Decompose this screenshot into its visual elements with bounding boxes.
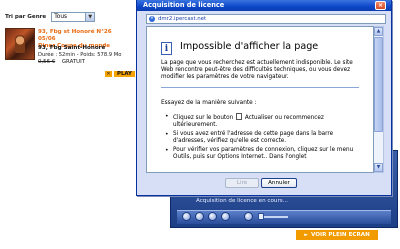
mute-icon[interactable] bbox=[244, 212, 253, 221]
address-text: dmr2.ipercast.net bbox=[158, 16, 207, 22]
previous-icon[interactable] bbox=[208, 212, 217, 221]
list-item: Pour vérifier vos paramètres de connexio… bbox=[165, 147, 363, 161]
scroll-up-icon[interactable]: ▲ bbox=[374, 27, 383, 36]
genre-filter: Tri par Genre Tous ▼ bbox=[5, 12, 96, 22]
info-icon: i bbox=[161, 42, 172, 55]
play-button[interactable]: ✕ PLAY bbox=[105, 71, 135, 77]
license-dialog: Acquisition de licence × e dmr2.ipercast… bbox=[136, 0, 392, 196]
play-pause-icon[interactable] bbox=[182, 212, 191, 221]
genre-select-value: Tous bbox=[54, 14, 68, 20]
ie-icon: e bbox=[149, 16, 155, 22]
suggestions-list: Cliquez sur le bouton Actualiser ou reco… bbox=[165, 113, 363, 163]
ok-button[interactable]: Lire bbox=[225, 178, 259, 188]
suggestion-3: Pour vérifier vos paramètres de connexio… bbox=[173, 147, 354, 160]
volume-slider-handle[interactable] bbox=[258, 213, 264, 220]
old-price: 0,56 € bbox=[38, 59, 56, 65]
video-title-line-1: 93, Fbg st Honoré N°26 05/06 bbox=[38, 29, 112, 42]
fullscreen-label: VOIR PLEIN ECRAN bbox=[311, 232, 370, 238]
player-status: Acquisition de licence en cours... bbox=[196, 198, 289, 204]
stop-icon[interactable] bbox=[195, 212, 204, 221]
error-description: La page que vous recherchez est actuelle… bbox=[161, 60, 353, 80]
list-item: Cliquez sur le bouton Actualiser ou reco… bbox=[165, 113, 363, 129]
address-bar: e dmr2.ipercast.net bbox=[146, 14, 386, 24]
genre-select[interactable]: Tous ▼ bbox=[51, 12, 96, 22]
genre-filter-label: Tri par Genre bbox=[5, 14, 47, 20]
error-page: i Impossible d'afficher la page La page … bbox=[146, 26, 374, 173]
video-list-item[interactable]: 93, Fbg st Honoré N°26 05/06 Diner Coupe… bbox=[5, 28, 135, 80]
refresh-page-icon bbox=[236, 113, 243, 120]
chevron-down-icon[interactable]: ▼ bbox=[85, 13, 95, 21]
suggestion-2: Si vous avez entré l'adresse de cette pa… bbox=[173, 131, 334, 144]
dialog-titlebar[interactable]: Acquisition de licence × bbox=[137, 0, 391, 11]
arrow-right-icon: ► bbox=[304, 232, 309, 238]
page: Tri par Genre Tous ▼ 93, Fbg st Honoré N… bbox=[0, 0, 400, 249]
fullscreen-button[interactable]: ► VOIR PLEIN ECRAN bbox=[296, 230, 378, 240]
video-venue: 93, Fbg Saint-Honoré bbox=[38, 45, 106, 51]
video-thumbnail[interactable] bbox=[5, 28, 35, 60]
close-icon[interactable]: ✕ bbox=[105, 71, 112, 77]
error-title: Impossible d'afficher la page bbox=[180, 41, 319, 52]
play-label: PLAY bbox=[114, 71, 135, 77]
suggestion-1-start: Cliquez sur le bouton bbox=[173, 115, 234, 121]
scroll-down-icon[interactable]: ▼ bbox=[374, 163, 383, 172]
vertical-scrollbar[interactable]: ▲ ▼ bbox=[374, 26, 384, 173]
dialog-title: Acquisition de licence bbox=[143, 1, 225, 9]
dialog-close-button[interactable]: × bbox=[375, 1, 386, 10]
scrollbar-thumb[interactable] bbox=[374, 37, 383, 132]
divider bbox=[161, 87, 359, 88]
cancel-button[interactable]: Annuler bbox=[261, 178, 297, 188]
video-info: Durée : 52min - Poids: 578.9 Mo bbox=[38, 52, 122, 58]
next-icon[interactable] bbox=[221, 212, 230, 221]
current-price: GRATUIT bbox=[61, 59, 85, 65]
suggestions-heading: Essayez de la manière suivante : bbox=[161, 100, 257, 106]
list-item: Si vous avez entré l'adresse de cette pa… bbox=[165, 131, 363, 145]
video-price: 0,56 € GRATUIT bbox=[38, 59, 85, 65]
